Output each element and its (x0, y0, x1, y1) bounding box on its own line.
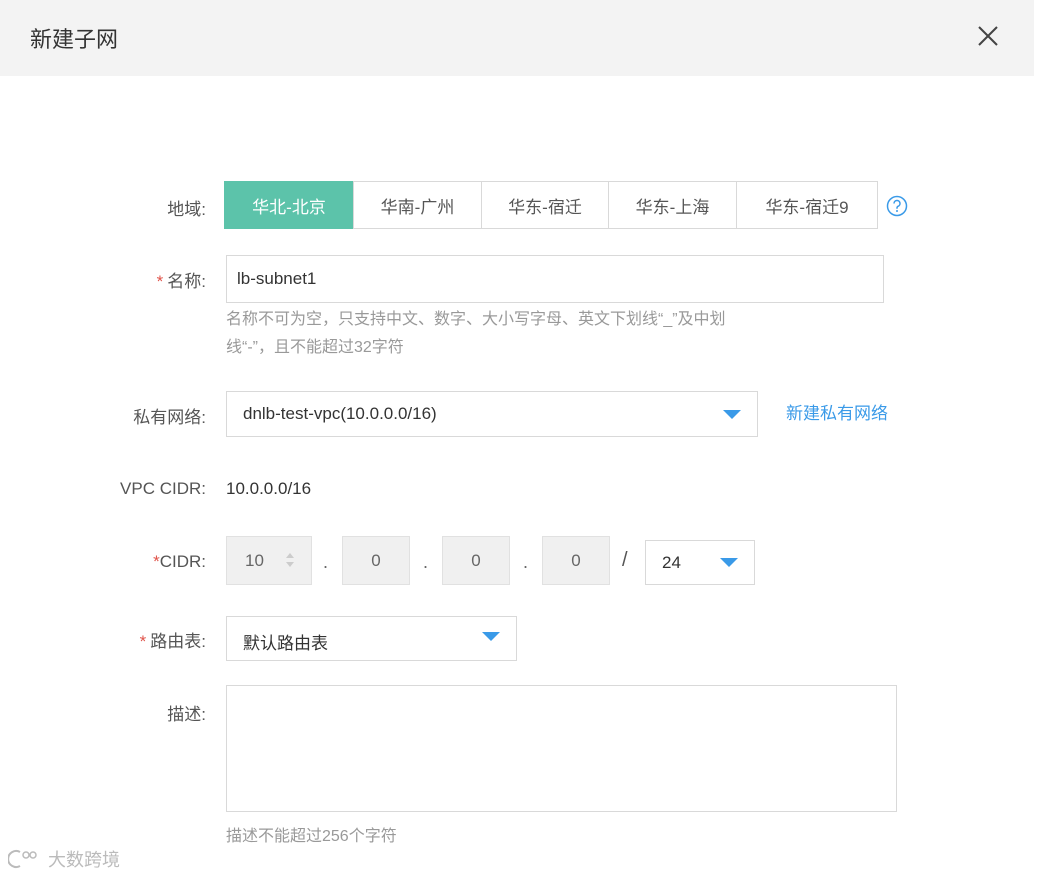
vpc-cidr-value: 10.0.0.0/16 (226, 479, 312, 498)
route-table-select[interactable]: 默认路由表 (226, 616, 517, 661)
vpc-selected-value: dnlb-test-vpc(10.0.0.0/16) (243, 404, 437, 423)
cidr-separator: . (423, 552, 429, 572)
name-input[interactable]: lb-subnet1 (226, 255, 884, 303)
cidr-separator: . (323, 552, 329, 572)
watermark-text: 大数跨境 (48, 850, 120, 870)
chevron-down-icon (720, 558, 738, 567)
cidr-mask-value: 24 (662, 553, 681, 572)
cidr-octet2-value: 0 (371, 550, 381, 570)
name-label: * 名称: (156, 272, 206, 291)
cidr-octet4-value: 0 (571, 550, 581, 570)
region-selector: 华北-北京 华南-广州 华东-宿迁 华东-上海 华东-宿迁9 (224, 181, 878, 231)
region-option-suqian9[interactable]: 华东-宿迁9 (736, 181, 878, 229)
cidr-octet1-input[interactable]: 10 (226, 536, 312, 585)
create-vpc-link[interactable]: 新建私有网络 (786, 399, 888, 424)
description-label: 描述: (167, 705, 206, 724)
cidr-octet4-input[interactable]: 0 (542, 536, 610, 585)
dialog-title: 新建子网 (30, 27, 119, 52)
region-label: 地域: (167, 200, 206, 219)
cidr-octet2-input[interactable]: 0 (342, 536, 410, 585)
help-icon[interactable] (886, 195, 908, 217)
stepper-icon[interactable] (284, 551, 296, 569)
dialog-header: 新建子网 (0, 0, 1034, 76)
cidr-octet1-value: 10 (245, 550, 264, 570)
watermark-logo-icon (8, 850, 37, 868)
chevron-down-icon (482, 632, 500, 641)
vpc-cidr-label: VPC CIDR: (120, 479, 206, 498)
watermark: 大数跨境 (8, 846, 120, 872)
vpc-label: 私有网络: (133, 408, 206, 427)
route-table-label: * 路由表: (139, 632, 206, 651)
region-option-suqian[interactable]: 华东-宿迁 (481, 181, 609, 229)
name-input-value: lb-subnet1 (237, 269, 317, 288)
region-option-guangzhou[interactable]: 华南-广州 (353, 181, 482, 229)
cidr-label: *CIDR: (153, 552, 206, 571)
description-hint: 描述不能超过256个字符 (226, 828, 397, 845)
cidr-separator: . (523, 552, 529, 572)
close-icon (978, 26, 998, 46)
cidr-mask-select[interactable]: 24 (645, 540, 755, 585)
cidr-octet3-input[interactable]: 0 (442, 536, 510, 585)
route-table-selected-value: 默认路由表 (243, 634, 328, 653)
close-button[interactable] (974, 20, 1002, 50)
name-hint-line2: 线“-”，且不能超过32字符 (226, 339, 404, 356)
name-hint-line1: 名称不可为空，只支持中文、数字、大小写字母、英文下划线“_”及中划 (226, 311, 726, 328)
required-mark: * (156, 272, 164, 291)
description-textarea[interactable] (226, 685, 897, 812)
cidr-slash: / (622, 549, 628, 571)
cidr-octet3-value: 0 (471, 550, 481, 570)
region-option-beijing[interactable]: 华北-北京 (224, 181, 354, 229)
vpc-select[interactable]: dnlb-test-vpc(10.0.0.0/16) (226, 391, 758, 437)
region-option-shanghai[interactable]: 华东-上海 (608, 181, 737, 229)
chevron-down-icon (723, 410, 741, 419)
